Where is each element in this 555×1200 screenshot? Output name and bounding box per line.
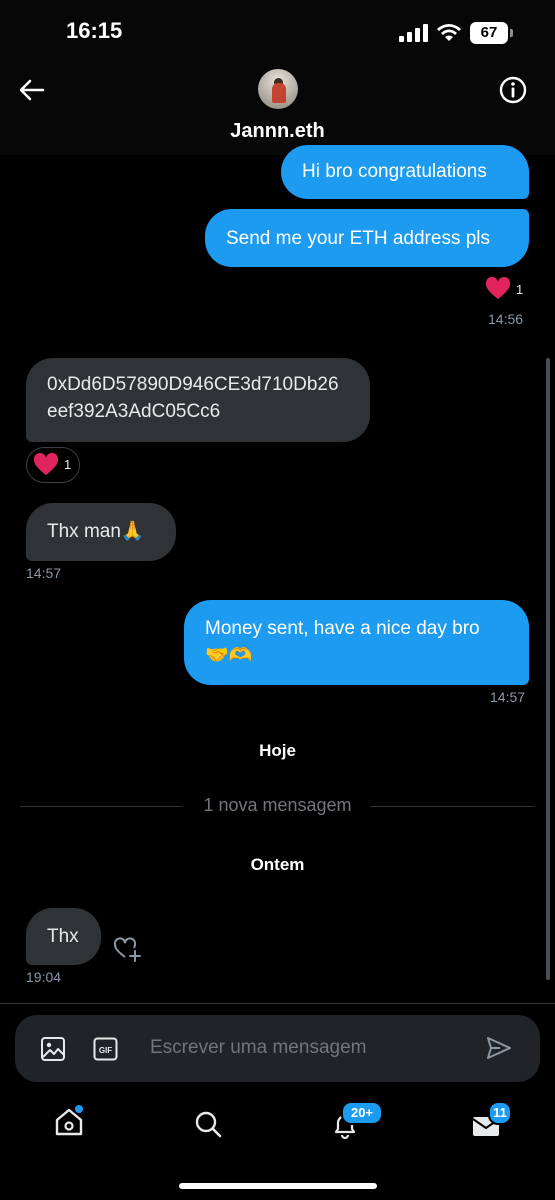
battery-level: 67 xyxy=(470,22,508,44)
message-timestamp: 19:04 xyxy=(26,969,62,985)
search-icon[interactable] xyxy=(193,1109,223,1139)
cellular-signal-icon xyxy=(399,24,428,42)
incoming-message[interactable]: Thx xyxy=(26,908,101,965)
battery-indicator: 67 xyxy=(470,22,516,44)
home-notification-dot xyxy=(74,1104,84,1114)
scrollbar[interactable] xyxy=(546,358,550,980)
send-icon[interactable] xyxy=(486,1036,512,1060)
outgoing-message[interactable]: Hi bro congratulations xyxy=(281,145,529,199)
wifi-icon xyxy=(437,24,461,41)
reaction-count: 1 xyxy=(64,457,72,472)
reaction-count: 1 xyxy=(516,282,524,297)
image-icon[interactable] xyxy=(40,1036,66,1062)
battery-tip xyxy=(510,29,513,37)
message-timestamp: 14:56 xyxy=(488,311,524,327)
composer-divider xyxy=(0,1003,555,1004)
home-indicator xyxy=(179,1183,377,1189)
add-reaction-icon[interactable] xyxy=(113,936,143,964)
incoming-message[interactable]: Thx man🙏 xyxy=(26,503,176,561)
date-separator-yesterday: Ontem xyxy=(250,855,305,874)
avatar[interactable] xyxy=(258,69,298,109)
gif-icon[interactable]: GIF xyxy=(93,1037,118,1061)
avatar-figure-body xyxy=(272,83,286,103)
heart-reaction-icon xyxy=(33,453,59,475)
heart-reaction-icon[interactable] xyxy=(485,277,511,301)
new-message-indicator: 1 nova mensagem xyxy=(203,795,352,815)
outgoing-message[interactable]: Money sent, have a nice day bro 🤝🫶 xyxy=(184,600,529,685)
svg-text:GIF: GIF xyxy=(99,1046,112,1055)
status-time: 16:15 xyxy=(66,18,123,43)
incoming-message[interactable]: 0xDd6D57890D946CE3d710Db26eef392A3AdC05C… xyxy=(26,358,370,442)
outgoing-message[interactable]: Send me your ETH address pls xyxy=(205,209,529,267)
message-input[interactable] xyxy=(140,1030,490,1066)
info-icon[interactable] xyxy=(498,75,528,105)
notifications-badge: 20+ xyxy=(341,1101,383,1125)
back-arrow-icon[interactable] xyxy=(18,76,46,104)
date-separator-today: Hoje xyxy=(259,741,296,760)
message-timestamp: 14:57 xyxy=(490,689,526,705)
messages-badge: 11 xyxy=(488,1101,512,1125)
message-timestamp: 14:57 xyxy=(26,565,62,581)
contact-name[interactable]: Jannn.eth xyxy=(0,120,555,143)
